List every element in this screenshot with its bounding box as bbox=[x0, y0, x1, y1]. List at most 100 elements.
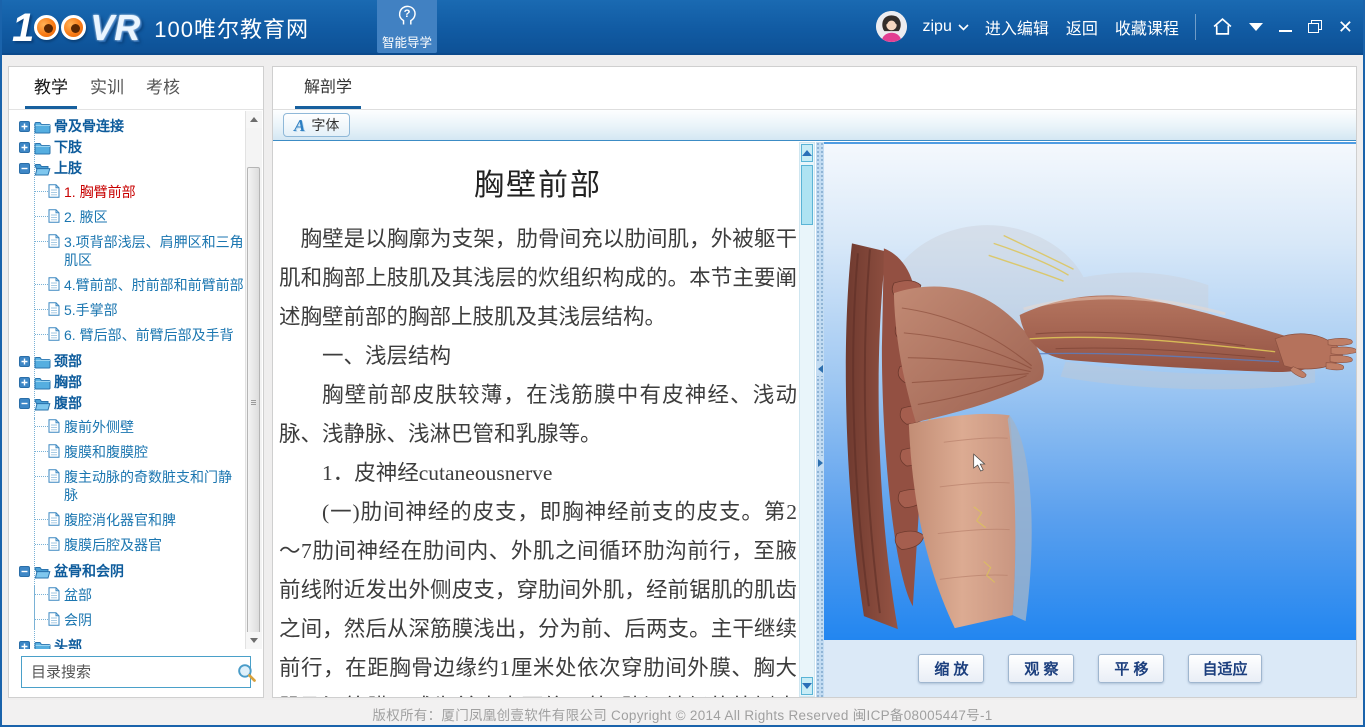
collapse-icon[interactable] bbox=[19, 566, 30, 577]
document-icon bbox=[48, 587, 64, 604]
tree-connector bbox=[35, 334, 48, 335]
sidebar-tab-实训[interactable]: 实训 bbox=[79, 67, 135, 109]
document-icon bbox=[48, 537, 64, 554]
tree-doc-label[interactable]: 腹腔消化器官和脾 bbox=[64, 511, 244, 529]
folder-icon bbox=[34, 162, 52, 176]
pane-splitter[interactable] bbox=[816, 142, 824, 697]
tree-folder-label[interactable]: 腹部 bbox=[54, 395, 82, 412]
tree-folder-label[interactable]: 上肢 bbox=[54, 160, 82, 177]
tree-scroll-up-button[interactable] bbox=[246, 111, 262, 128]
splitter-collapse-right-icon[interactable] bbox=[816, 456, 824, 470]
tree-doc-item[interactable]: 腹腔消化器官和脾 bbox=[35, 511, 244, 529]
search-input[interactable] bbox=[22, 664, 236, 681]
smart-guide-button[interactable]: ? 智能导学 bbox=[377, 0, 437, 53]
document-icon bbox=[48, 612, 64, 629]
tree-folder-item[interactable]: 盆骨和会阴 bbox=[19, 561, 244, 582]
tree-folder-item[interactable]: 头部 bbox=[19, 636, 244, 649]
tree-folder-item[interactable]: 骨及骨连接 bbox=[19, 116, 244, 137]
document-icon bbox=[48, 419, 64, 436]
tree-doc-label[interactable]: 6. 臂后部、前臂后部及手背 bbox=[64, 326, 244, 344]
tree-doc-label[interactable]: 腹膜和腹膜腔 bbox=[64, 443, 244, 461]
tab-anatomy[interactable]: 解剖学 bbox=[295, 67, 361, 109]
header-menu-item[interactable]: 收藏课程 bbox=[1115, 15, 1179, 39]
tree-folder-item[interactable]: 上肢 bbox=[19, 158, 244, 179]
avatar[interactable] bbox=[876, 11, 907, 42]
expand-icon[interactable] bbox=[19, 356, 30, 367]
collapse-icon[interactable] bbox=[19, 163, 30, 174]
viewer-button-缩放[interactable]: 缩 放 bbox=[918, 654, 984, 683]
copyright-text: 版权所有：厦门凤凰创壹软件有限公司 Copyright © 2014 All R… bbox=[372, 704, 992, 724]
close-button[interactable]: ✕ bbox=[1338, 18, 1353, 36]
tree-folder-label[interactable]: 盆骨和会阴 bbox=[54, 563, 124, 580]
expand-icon[interactable] bbox=[19, 641, 30, 649]
header-menu-item[interactable]: 进入编辑 bbox=[985, 15, 1049, 39]
user-menu[interactable]: zipu bbox=[923, 18, 969, 36]
tree-doc-item[interactable]: 3.项背部浅层、肩胛区和三角肌区 bbox=[35, 233, 244, 269]
tree-doc-label[interactable]: 4.臂前部、肘前部和前臂前部 bbox=[64, 276, 244, 294]
collapse-icon[interactable] bbox=[19, 398, 30, 409]
expand-icon[interactable] bbox=[19, 121, 30, 132]
tree-doc-item[interactable]: 1. 胸臂前部 bbox=[35, 183, 244, 201]
tree-scrollbar[interactable] bbox=[245, 111, 262, 649]
tree-scroll-down-button[interactable] bbox=[246, 632, 262, 649]
tree-folder-label[interactable]: 胸部 bbox=[54, 374, 82, 391]
tree-doc-item[interactable]: 4.臂前部、肘前部和前臂前部 bbox=[35, 276, 244, 294]
expand-icon[interactable] bbox=[19, 142, 30, 153]
tree-doc-item[interactable]: 腹膜和腹膜腔 bbox=[35, 443, 244, 461]
tree-doc-label[interactable]: 5.手掌部 bbox=[64, 301, 244, 319]
tree-folder-item[interactable]: 下肢 bbox=[19, 137, 244, 158]
catalog-search-box bbox=[21, 656, 251, 688]
sidebar-tab-教学[interactable]: 教学 bbox=[23, 67, 79, 109]
search-icon[interactable] bbox=[236, 662, 264, 683]
document-icon bbox=[48, 327, 64, 344]
tree-doc-item[interactable]: 腹主动脉的奇数脏支和门静脉 bbox=[35, 468, 244, 504]
tree-folder-item[interactable]: 腹部 bbox=[19, 393, 244, 414]
tree-connector bbox=[35, 309, 48, 310]
expand-icon[interactable] bbox=[19, 377, 30, 388]
header-menu-item[interactable]: 返回 bbox=[1066, 15, 1098, 39]
tree-doc-item[interactable]: 腹膜后腔及器官 bbox=[35, 536, 244, 554]
article-scrollbar[interactable] bbox=[799, 142, 815, 697]
tree-folder-label[interactable]: 下肢 bbox=[54, 139, 82, 156]
logo-100vr[interactable]: 1VR bbox=[12, 8, 140, 48]
tree-doc-label[interactable]: 会阴 bbox=[64, 611, 244, 629]
font-button[interactable]: A 字体 bbox=[283, 113, 350, 137]
document-icon bbox=[48, 469, 64, 486]
tree-connector bbox=[35, 191, 48, 192]
splitter-collapse-left-icon[interactable] bbox=[816, 362, 824, 376]
dropdown-triangle-icon[interactable] bbox=[1249, 23, 1263, 31]
restore-button[interactable] bbox=[1308, 20, 1322, 33]
tree-doc-label[interactable]: 腹前外侧壁 bbox=[64, 418, 244, 436]
tree-doc-item[interactable]: 盆部 bbox=[35, 586, 244, 604]
tree-doc-label[interactable]: 1. 胸臂前部 bbox=[64, 183, 244, 201]
article-scrollbar-thumb[interactable] bbox=[801, 165, 813, 225]
viewer-button-观察[interactable]: 观 察 bbox=[1008, 654, 1074, 683]
app-header: 1VR 100唯尔教育网 ? 智能导学 zipu 进入 bbox=[0, 0, 1365, 55]
viewer-toolbar: 缩 放观 察平 移自适应 bbox=[824, 640, 1356, 697]
3d-viewport[interactable] bbox=[824, 142, 1356, 640]
viewer-button-自适应[interactable]: 自适应 bbox=[1188, 654, 1261, 683]
tree-doc-item[interactable]: 会阴 bbox=[35, 611, 244, 629]
tree-doc-item[interactable]: 5.手掌部 bbox=[35, 301, 244, 319]
tree-doc-item[interactable]: 6. 臂后部、前臂后部及手背 bbox=[35, 326, 244, 344]
article-paragraph: 胸壁是以胸廓为支架，肋骨间充以肋间肌，外被躯干肌和胸部上肢肌及其浅层的炊组织构成… bbox=[279, 220, 797, 337]
viewer-button-平移[interactable]: 平 移 bbox=[1098, 654, 1164, 683]
tree-doc-label[interactable]: 腹主动脉的奇数脏支和门静脉 bbox=[64, 468, 244, 504]
tree-doc-label[interactable]: 腹膜后腔及器官 bbox=[64, 536, 244, 554]
tree-scrollbar-thumb[interactable] bbox=[247, 167, 260, 639]
tree-folder-label[interactable]: 头部 bbox=[54, 638, 82, 649]
tree-doc-label[interactable]: 3.项背部浅层、肩胛区和三角肌区 bbox=[64, 233, 244, 269]
tree-doc-item[interactable]: 腹前外侧壁 bbox=[35, 418, 244, 436]
article-scroll-up-button[interactable] bbox=[801, 144, 813, 162]
article-scroll-down-button[interactable] bbox=[801, 677, 813, 695]
minimize-button[interactable] bbox=[1279, 22, 1292, 32]
tree-folder-item[interactable]: 颈部 bbox=[19, 351, 244, 372]
tree-doc-label[interactable]: 2. 腋区 bbox=[64, 208, 244, 226]
home-icon[interactable] bbox=[1212, 17, 1233, 36]
tree-folder-label[interactable]: 颈部 bbox=[54, 353, 82, 370]
tree-doc-label[interactable]: 盆部 bbox=[64, 586, 244, 604]
sidebar-tab-考核[interactable]: 考核 bbox=[135, 67, 191, 109]
tree-doc-item[interactable]: 2. 腋区 bbox=[35, 208, 244, 226]
tree-folder-item[interactable]: 胸部 bbox=[19, 372, 244, 393]
tree-folder-label[interactable]: 骨及骨连接 bbox=[54, 118, 124, 135]
